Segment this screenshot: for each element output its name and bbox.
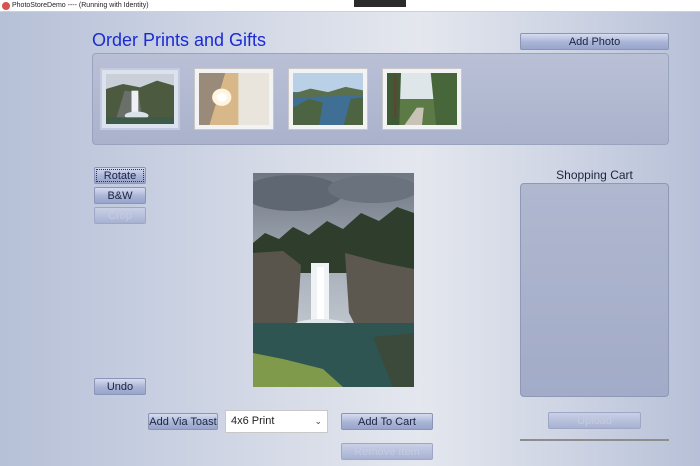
waterfall-photo — [253, 173, 414, 387]
crop-button[interactable]: Crop — [94, 207, 146, 224]
thumbnail-forest-trail[interactable] — [382, 68, 462, 130]
waterfall-thumbnail-image — [106, 74, 174, 124]
lamp-thumbnail-image — [199, 73, 269, 125]
window-titlebar: PhotoStoreDemo ---- (Running with Identi… — [0, 0, 700, 12]
rotate-button[interactable]: Rotate — [94, 167, 146, 184]
print-size-select[interactable]: 4x6 Print ⌄ — [225, 410, 328, 433]
chevron-down-icon: ⌄ — [314, 416, 322, 426]
thumbnail-waterfall[interactable] — [100, 68, 180, 130]
thumbnail-lake-bay[interactable] — [288, 68, 368, 130]
add-via-toast-button[interactable]: Add Via Toast — [148, 413, 218, 430]
cart-divider — [520, 439, 669, 441]
upload-button[interactable]: Upload — [548, 412, 641, 429]
forest-trail-thumbnail-image — [387, 73, 457, 125]
page-title: Order Prints and Gifts — [92, 30, 267, 50]
window-title: PhotoStoreDemo ---- (Running with Identi… — [12, 2, 149, 9]
thumbnail-lamp[interactable] — [194, 68, 274, 130]
cart-list[interactable] — [520, 183, 669, 397]
add-to-cart-button[interactable]: Add To Cart — [341, 413, 433, 430]
cart-title: Shopping Cart — [556, 168, 633, 182]
add-photo-button[interactable]: Add Photo — [520, 33, 669, 50]
bw-button[interactable]: B&W — [94, 187, 146, 204]
undo-button[interactable]: Undo — [94, 378, 146, 395]
app-icon — [2, 2, 10, 10]
photo-gallery — [92, 53, 669, 145]
lake-bay-thumbnail-image — [293, 73, 363, 125]
remove-item-button[interactable]: Remove Item — [341, 443, 433, 460]
selected-photo — [253, 173, 414, 387]
window-tab-handle[interactable] — [354, 0, 406, 7]
print-size-value: 4x6 Print — [231, 415, 275, 427]
